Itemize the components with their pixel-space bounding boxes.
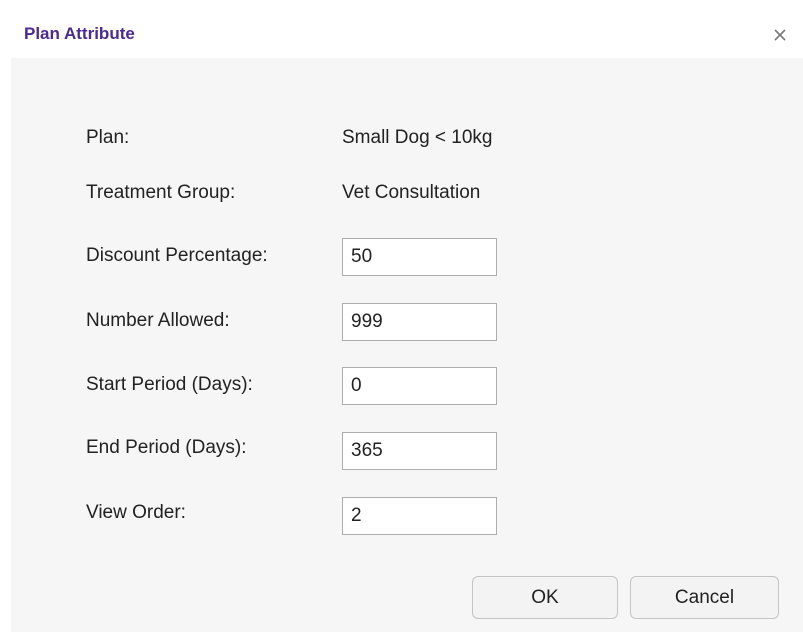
treatment-group-value: Vet Consultation <box>342 182 481 203</box>
dialog-body: Plan: Small Dog < 10kg Treatment Group: … <box>11 58 803 632</box>
end-period-input[interactable] <box>342 432 497 470</box>
number-allowed-input[interactable] <box>342 303 497 341</box>
start-period-label: Start Period (Days): <box>86 374 253 395</box>
view-order-label: View Order: <box>86 502 186 523</box>
close-button[interactable] <box>768 23 792 47</box>
start-period-input[interactable] <box>342 367 497 405</box>
discount-percentage-label: Discount Percentage: <box>86 245 268 266</box>
view-order-input[interactable] <box>342 497 497 535</box>
treatment-group-label: Treatment Group: <box>86 182 236 203</box>
plan-label: Plan: <box>86 127 130 148</box>
ok-button[interactable]: OK <box>472 576 618 619</box>
end-period-label: End Period (Days): <box>86 437 247 458</box>
discount-percentage-input[interactable] <box>342 238 497 276</box>
cancel-button[interactable]: Cancel <box>630 576 779 619</box>
number-allowed-label: Number Allowed: <box>86 310 230 331</box>
plan-value: Small Dog < 10kg <box>342 127 493 148</box>
plan-attribute-dialog: Plan Attribute Plan: Small Dog < 10kg Tr… <box>11 11 803 632</box>
close-icon <box>774 29 786 41</box>
dialog-title: Plan Attribute <box>24 24 135 43</box>
dialog-titlebar: Plan Attribute <box>11 11 803 58</box>
